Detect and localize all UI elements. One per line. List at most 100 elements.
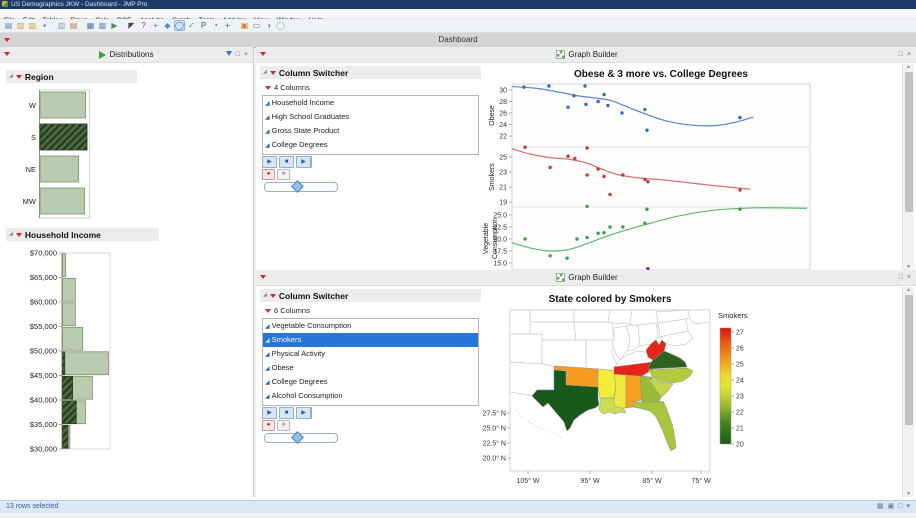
data-point-smokers[interactable] bbox=[621, 173, 624, 176]
data-point-vegetable-consumption[interactable] bbox=[523, 237, 526, 240]
data-point-smokers[interactable] bbox=[566, 155, 569, 158]
data-point-obese[interactable] bbox=[547, 84, 550, 87]
lasso-tool-icon[interactable]: ◯ bbox=[174, 20, 185, 31]
data-point-obese[interactable] bbox=[522, 85, 525, 88]
clear-icon[interactable]: ◑ bbox=[263, 20, 274, 31]
annotate-tool-icon[interactable]: P bbox=[198, 20, 209, 31]
income-bin-3[interactable] bbox=[63, 327, 83, 350]
switcher-bottom-item-obese[interactable]: ◢Obese bbox=[263, 361, 478, 375]
data-point-obese[interactable] bbox=[606, 104, 609, 107]
region-bar-s[interactable] bbox=[40, 124, 87, 150]
save-icon[interactable]: ▪ bbox=[39, 20, 50, 31]
status-box-icon[interactable]: □ bbox=[898, 503, 902, 510]
distributions-red-triangle-menu[interactable] bbox=[4, 52, 10, 56]
brush-tool-icon[interactable]: ◆ bbox=[162, 20, 173, 31]
data-point-vegetable-consumption[interactable] bbox=[548, 254, 551, 257]
data-point-obese[interactable] bbox=[602, 93, 605, 96]
income-bin-selected-4[interactable] bbox=[63, 352, 65, 375]
switcher-bottom-item-vegetable-consumption[interactable]: ◢Vegetable Consumption bbox=[263, 319, 478, 333]
data-point-smokers[interactable] bbox=[643, 178, 646, 181]
data-point-vegetable-consumption[interactable] bbox=[738, 208, 741, 211]
step-button[interactable]: ▶ bbox=[296, 156, 312, 168]
data-point-obese[interactable] bbox=[738, 116, 741, 119]
help-tool-icon[interactable]: ? bbox=[138, 20, 149, 31]
graph-builder-bottom-restore-button[interactable]: □ bbox=[897, 270, 905, 285]
state-minnesota[interactable] bbox=[574, 310, 610, 322]
region-bar-w[interactable] bbox=[40, 92, 86, 118]
state-wisconsin[interactable] bbox=[608, 310, 632, 324]
data-point-smokers[interactable] bbox=[602, 175, 605, 178]
filter-icon[interactable] bbox=[226, 51, 232, 56]
journal-icon[interactable]: ▦ bbox=[85, 20, 96, 31]
graph-builder-top-red-triangle-menu[interactable] bbox=[260, 52, 266, 56]
data-point-obese[interactable] bbox=[645, 129, 648, 132]
income-bin-1[interactable] bbox=[63, 278, 76, 301]
switcher-bottom-item-alcohol-consumption[interactable]: ◢Alcohol Consumption bbox=[263, 389, 478, 403]
window-list-icon[interactable]: ▭ bbox=[251, 20, 262, 31]
column-switcher-bottom-red-triangle-menu[interactable] bbox=[270, 294, 276, 298]
data-point-smokers[interactable] bbox=[585, 146, 588, 149]
pause-button[interactable]: ■ bbox=[277, 420, 290, 431]
state-colorado[interactable] bbox=[510, 334, 542, 364]
data-point-obese[interactable] bbox=[572, 94, 575, 97]
column-count-red-triangle-menu[interactable] bbox=[265, 309, 271, 313]
switcher-top-item-college-degrees[interactable]: ◢College Degrees bbox=[263, 138, 478, 152]
data-point-vegetable-consumption[interactable] bbox=[565, 257, 568, 260]
column-count-red-triangle-menu[interactable] bbox=[265, 86, 271, 90]
graph-builder-top-close-button[interactable]: × bbox=[905, 47, 913, 62]
data-point-vegetable-consumption[interactable] bbox=[602, 231, 605, 234]
region-red-triangle-menu[interactable] bbox=[16, 75, 22, 79]
data-point-smokers[interactable] bbox=[596, 167, 599, 170]
data-point-smokers[interactable] bbox=[738, 188, 741, 191]
record-button[interactable]: ● bbox=[262, 420, 275, 431]
data-point-smokers[interactable] bbox=[523, 146, 526, 149]
data-point-smokers[interactable] bbox=[585, 173, 588, 176]
switcher-top-item-household-income[interactable]: ◢Household Income bbox=[263, 96, 478, 110]
disclosure-icon[interactable]: ◢ bbox=[9, 232, 13, 237]
data-point-obese[interactable] bbox=[620, 111, 623, 114]
selection-icon[interactable]: ▣ bbox=[239, 20, 250, 31]
hand-tool-icon[interactable]: + bbox=[150, 20, 161, 31]
play-button[interactable]: ▶ bbox=[262, 156, 277, 168]
income-bin-selected-6[interactable] bbox=[63, 401, 77, 424]
disclosure-icon[interactable]: ◢ bbox=[9, 74, 13, 79]
income-bin-4[interactable] bbox=[63, 352, 109, 375]
open-icon[interactable]: ▨ bbox=[15, 20, 26, 31]
pause-button[interactable]: ■ bbox=[277, 169, 290, 180]
record-button[interactable]: ● bbox=[262, 169, 275, 180]
copy-icon[interactable]: ▥ bbox=[56, 20, 67, 31]
income-red-triangle-menu[interactable] bbox=[16, 233, 22, 237]
switcher-bottom-item-smokers[interactable]: ◢Smokers bbox=[263, 333, 478, 347]
new-data-table-icon[interactable]: ▤ bbox=[3, 20, 14, 31]
data-point-smokers[interactable] bbox=[608, 193, 611, 196]
stop-button[interactable]: ■ bbox=[279, 407, 294, 419]
stop-button[interactable]: ■ bbox=[279, 156, 294, 168]
scroll-up-icon[interactable]: ▲ bbox=[903, 287, 914, 293]
disclosure-icon[interactable]: ◢ bbox=[263, 293, 267, 298]
disclosure-icon[interactable]: ◢ bbox=[263, 70, 267, 75]
data-point-obese[interactable] bbox=[643, 108, 646, 111]
scrollbar-bottom[interactable]: ▲ ▼ bbox=[902, 287, 914, 497]
dashboard-red-triangle-menu[interactable] bbox=[4, 38, 10, 42]
switcher-speed-slider-top[interactable] bbox=[264, 182, 338, 192]
data-point-smokers[interactable] bbox=[573, 157, 576, 160]
graph-builder-top-restore-button[interactable]: □ bbox=[897, 47, 905, 62]
arrow-tool-icon[interactable]: ◤ bbox=[126, 20, 137, 31]
data-point-obese[interactable] bbox=[584, 103, 587, 106]
oval-icon[interactable]: ◯ bbox=[275, 20, 286, 31]
column-switcher-top-red-triangle-menu[interactable] bbox=[270, 71, 276, 75]
data-point-vegetable-consumption[interactable] bbox=[645, 208, 648, 211]
column-switcher-top-outline-header[interactable]: ◢ Column Switcher bbox=[260, 66, 481, 79]
data-point-vegetable-consumption[interactable] bbox=[621, 225, 624, 228]
zoom-in-tool-icon[interactable]: + bbox=[222, 20, 233, 31]
state-iowa[interactable] bbox=[574, 322, 614, 340]
scroll-up-icon[interactable]: ▲ bbox=[903, 64, 914, 70]
scrollbar-thumb[interactable] bbox=[905, 295, 913, 425]
graph-builder-bottom-red-triangle-menu[interactable] bbox=[260, 275, 266, 279]
step-button[interactable]: ▶ bbox=[296, 407, 312, 419]
data-point-vegetable-consumption[interactable] bbox=[596, 232, 599, 235]
status-layout-icon[interactable]: ▣ bbox=[888, 503, 895, 510]
data-point-obese[interactable] bbox=[583, 84, 586, 87]
open-journal-icon[interactable]: ▧ bbox=[27, 20, 38, 31]
slider-thumb[interactable] bbox=[291, 180, 304, 193]
